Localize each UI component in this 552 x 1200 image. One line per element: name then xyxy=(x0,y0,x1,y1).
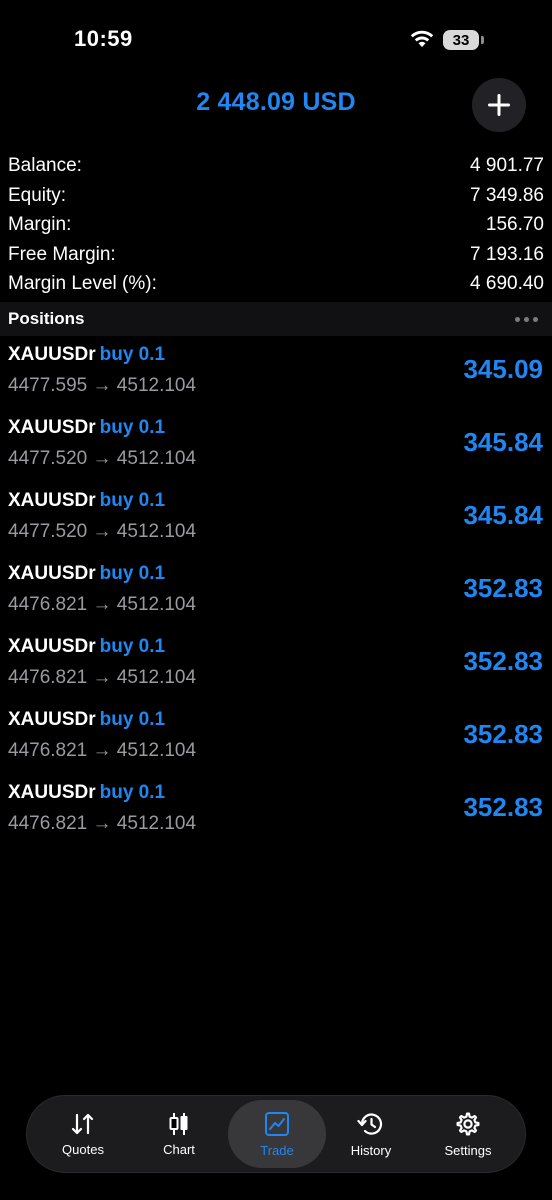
tab-history[interactable]: History xyxy=(323,1096,419,1172)
tab-quotes-label: Quotes xyxy=(62,1141,104,1157)
balance-label: Balance: xyxy=(8,155,82,176)
positions-section-header: Positions xyxy=(0,302,552,336)
position-symbol: XAUUSDr xyxy=(8,490,96,511)
wifi-icon xyxy=(410,30,434,47)
position-row[interactable]: XAUUSDr buy 0.1 4477.520 → 4512.104 345.8… xyxy=(0,486,552,559)
position-prices: 4476.821 → 4512.104 xyxy=(8,667,197,688)
tab-settings-label: Settings xyxy=(444,1142,492,1158)
tab-history-label: History xyxy=(350,1142,392,1158)
position-profit: 352.83 xyxy=(463,646,543,676)
summary-row-equity: Equity: 7 349.86 xyxy=(8,181,544,211)
position-type: buy 0.1 xyxy=(99,636,166,657)
positions-title: Positions xyxy=(8,309,85,328)
position-profit: 345.84 xyxy=(463,427,543,457)
position-symbol: XAUUSDr xyxy=(8,344,96,365)
margin-level-label: Margin Level (%): xyxy=(8,273,157,294)
position-symbol: XAUUSDr xyxy=(8,636,96,657)
position-symbol: XAUUSDr xyxy=(8,709,96,730)
positions-list: XAUUSDr buy 0.1 4477.595 → 4512.104 345.0… xyxy=(0,340,552,851)
battery-indicator: 33 xyxy=(443,30,479,50)
position-prices: 4476.821 → 4512.104 xyxy=(8,813,197,834)
position-type: buy 0.1 xyxy=(99,563,166,584)
position-symbol: XAUUSDr xyxy=(8,563,96,584)
tab-chart-label: Chart xyxy=(163,1141,195,1157)
plus-icon xyxy=(488,94,510,116)
margin-value: 156.70 xyxy=(485,214,544,235)
position-prices: 4476.821 → 4512.104 xyxy=(8,594,197,615)
position-symbol: XAUUSDr xyxy=(8,417,96,438)
summary-row-margin-level: Margin Level (%): 4 690.40 xyxy=(8,269,544,299)
summary-row-margin: Margin: 156.70 xyxy=(8,210,544,240)
position-type: buy 0.1 xyxy=(99,782,166,803)
position-row[interactable]: XAUUSDr buy 0.1 4476.821 → 4512.104 352.8… xyxy=(0,632,552,705)
add-order-button[interactable] xyxy=(472,78,526,132)
position-profit: 345.09 xyxy=(463,354,543,384)
free-margin-value: 7 193.16 xyxy=(470,243,544,265)
tab-trade-label: Trade xyxy=(260,1142,294,1158)
quotes-arrows-icon xyxy=(71,1113,94,1134)
history-clock-icon xyxy=(357,1112,383,1135)
position-prices: 4477.520 → 4512.104 xyxy=(8,448,197,469)
position-type: buy 0.1 xyxy=(99,344,166,365)
gear-icon xyxy=(456,1112,480,1136)
tab-settings[interactable]: Settings xyxy=(420,1096,516,1172)
profit-total: 2 448.09 USD xyxy=(196,88,356,116)
status-time: 10:59 xyxy=(74,26,133,51)
position-row[interactable]: XAUUSDr buy 0.1 4476.821 → 4512.104 352.8… xyxy=(0,559,552,632)
position-row[interactable]: XAUUSDr buy 0.1 4477.520 → 4512.104 345.8… xyxy=(0,413,552,486)
account-summary: Balance: 4 901.77 Equity: 7 349.86 Margi… xyxy=(8,151,544,299)
balance-value: 4 901.77 xyxy=(470,155,544,176)
position-symbol: XAUUSDr xyxy=(8,782,96,803)
position-type: buy 0.1 xyxy=(99,417,166,438)
tab-chart[interactable]: Chart xyxy=(131,1096,227,1172)
position-profit: 352.83 xyxy=(463,792,543,822)
position-profit: 352.83 xyxy=(463,573,543,603)
tab-quotes[interactable]: Quotes xyxy=(35,1096,131,1172)
summary-row-balance: Balance: 4 901.77 xyxy=(8,151,544,181)
margin-label: Margin: xyxy=(8,214,72,235)
summary-row-free-margin: Free Margin: 7 193.16 xyxy=(8,240,544,270)
position-prices: 4477.595 → 4512.104 xyxy=(8,375,197,396)
position-type: buy 0.1 xyxy=(99,709,166,730)
position-row[interactable]: XAUUSDr buy 0.1 4476.821 → 4512.104 352.8… xyxy=(0,705,552,778)
battery-tip xyxy=(481,36,484,44)
free-margin-label: Free Margin: xyxy=(8,243,116,265)
margin-level-value: 4 690.40 xyxy=(470,273,544,294)
trade-chart-icon xyxy=(265,1111,289,1136)
position-type: buy 0.1 xyxy=(99,490,166,511)
position-row[interactable]: XAUUSDr buy 0.1 4476.821 → 4512.104 352.8… xyxy=(0,778,552,851)
candlestick-icon xyxy=(169,1112,188,1135)
position-row[interactable]: XAUUSDr buy 0.1 4477.595 → 4512.104 345.0… xyxy=(0,340,552,413)
bottom-tab-bar: Quotes Chart Trade History Settings xyxy=(27,1096,525,1172)
more-options-icon[interactable] xyxy=(515,316,538,322)
tab-trade[interactable]: Trade xyxy=(228,1100,326,1168)
trade-screen: 10:59 33 2 448.09 USD Balance: 4 901.77 … xyxy=(0,0,552,1200)
position-prices: 4477.520 → 4512.104 xyxy=(8,521,197,542)
position-profit: 345.84 xyxy=(463,500,543,530)
position-profit: 352.83 xyxy=(463,719,543,749)
equity-value: 7 349.86 xyxy=(470,184,544,206)
equity-label: Equity: xyxy=(8,184,67,206)
position-prices: 4476.821 → 4512.104 xyxy=(8,740,197,761)
